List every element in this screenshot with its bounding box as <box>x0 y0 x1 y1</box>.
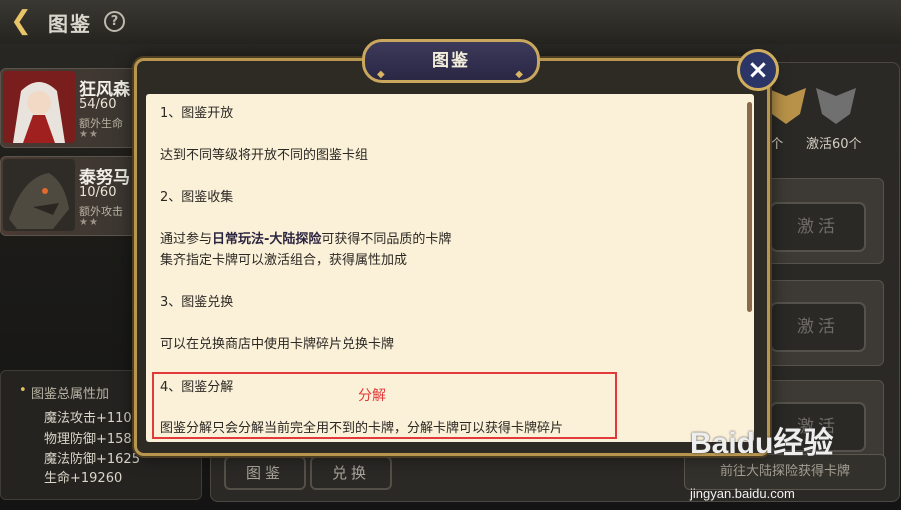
character-portrait <box>3 159 75 231</box>
bullet-icon: • <box>19 383 27 398</box>
trophy-label: 激活60个 <box>806 137 862 152</box>
diamond-icon: ◆ <box>377 69 387 80</box>
bonus-title: 图鉴总属性加 <box>31 387 110 402</box>
section-heading: 3、图鉴兑换 <box>160 295 234 310</box>
card-stars: ★★ <box>79 129 99 140</box>
section-body: 可以在兑换商店中使用卡牌碎片兑换卡牌 <box>160 337 395 352</box>
section-body: 达到不同等级将开放不同的图鉴卡组 <box>160 148 369 163</box>
annotation-box <box>152 372 617 439</box>
card-item[interactable]: 泰努马 10/60 额外攻击 ★★ <box>0 156 140 236</box>
card-count: 54/60 <box>79 97 117 112</box>
body-text: 可获得不同品质的卡牌 <box>321 232 452 247</box>
highlight-text: 日常玩法-大陆探险 <box>212 232 322 247</box>
section-heading: 2、图鉴收集 <box>160 190 234 205</box>
page-title: 图鉴 <box>48 12 92 36</box>
tab-collection[interactable]: 图鉴 <box>224 456 306 490</box>
bonus-line: 魔法防御+1625 <box>44 452 140 467</box>
section-heading: 1、图鉴开放 <box>160 106 234 121</box>
tab-exchange[interactable]: 兑换 <box>310 456 392 490</box>
card-stars: ★★ <box>79 217 99 228</box>
body-text: 通过参与 <box>160 232 213 247</box>
help-icon[interactable]: ? <box>104 11 125 32</box>
card-count: 10/60 <box>79 185 117 200</box>
card-item[interactable]: 狂风森 54/60 额外生命 ★★ <box>0 68 140 148</box>
close-button[interactable]: × <box>737 49 779 91</box>
bonus-line: 物理防御+158 <box>44 432 132 447</box>
modal-title-text: 图鉴 <box>432 51 470 71</box>
bonus-line: 生命+19260 <box>44 471 123 486</box>
top-bar: ❮ 图鉴 ? <box>0 0 901 44</box>
annotation-note: 分解 <box>358 388 386 404</box>
watermark-url: jingyan.baidu.com <box>690 486 795 501</box>
watermark-logo: Baidu经验 <box>690 427 834 460</box>
scrollbar[interactable] <box>747 102 752 312</box>
activate-button[interactable]: 激活 <box>770 202 866 252</box>
activate-button[interactable]: 激活 <box>770 302 866 352</box>
character-portrait <box>3 71 75 143</box>
section-body: 集齐指定卡牌可以激活组合，获得属性加成 <box>160 253 408 268</box>
modal-title: ◆ 图鉴 ◆ <box>362 39 540 83</box>
section-body: 通过参与日常玩法-大陆探险可获得不同品质的卡牌 <box>160 228 451 247</box>
back-arrow-icon[interactable]: ❮ <box>4 6 38 36</box>
diamond-icon: ◆ <box>515 69 525 80</box>
bonus-line: 魔法攻击+110 <box>44 411 132 426</box>
shield-icon <box>816 88 856 124</box>
